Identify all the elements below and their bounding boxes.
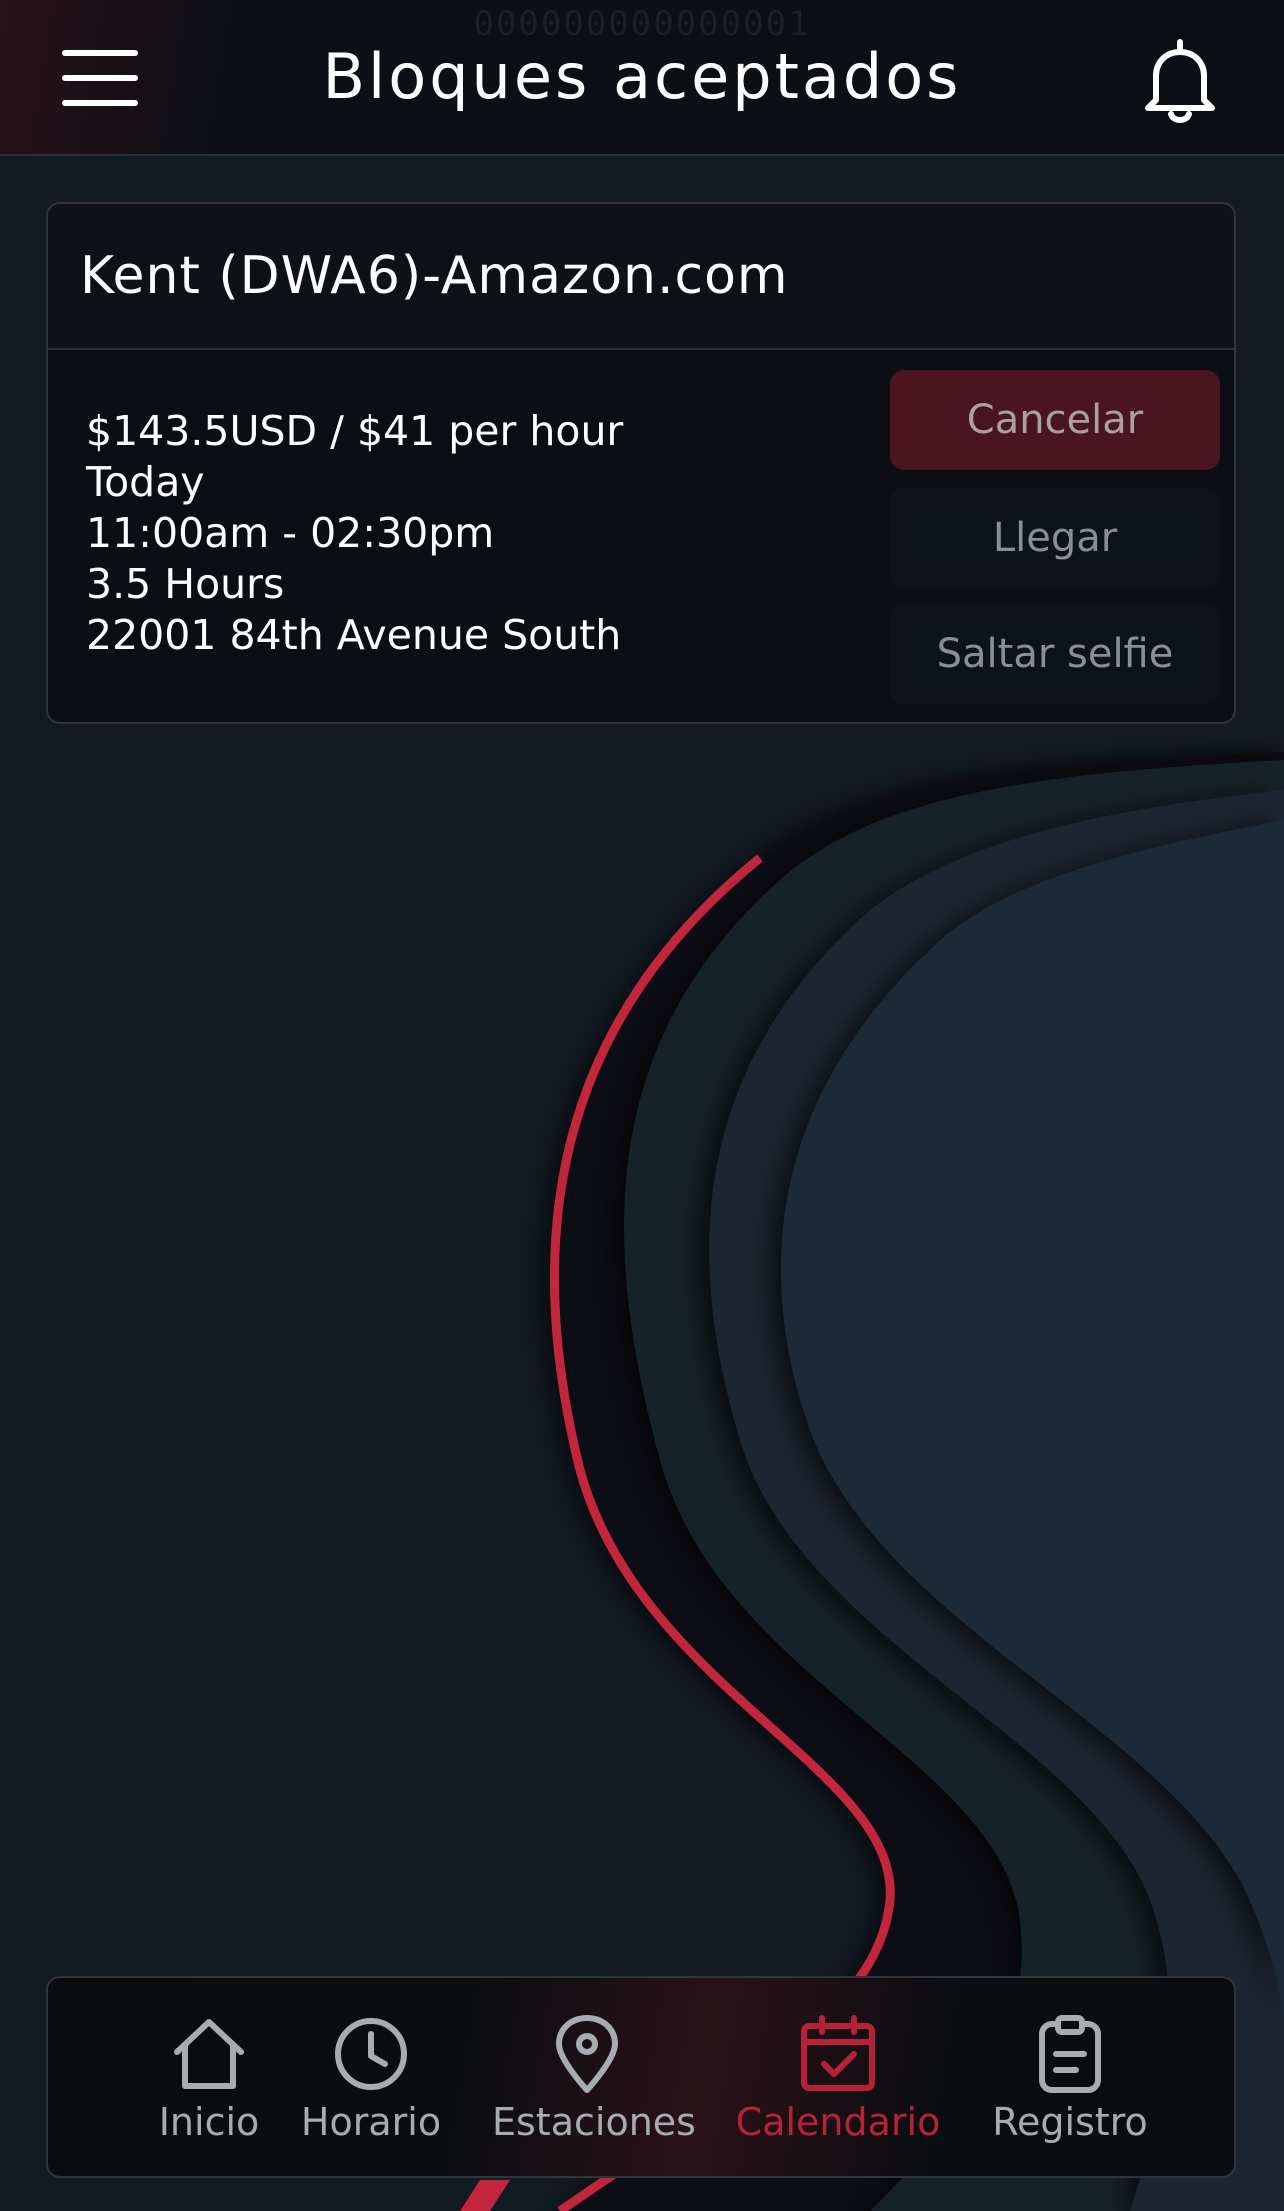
bell-icon[interactable] — [1134, 34, 1226, 126]
nav-label-horario: Horario — [300, 2100, 442, 2144]
nav-label-inicio: Inicio — [158, 2100, 260, 2144]
top-app-bar: 000000000000001 Bloques aceptados — [0, 0, 1284, 156]
block-address: 22001 84th Avenue South — [86, 611, 622, 659]
page-title: Bloques aceptados — [322, 40, 962, 113]
block-details: $143.5USD / $41 per hour Today 11:00am -… — [86, 406, 623, 661]
nav-label-calendario: Calendario — [735, 2100, 941, 2144]
header-ghost-number: 000000000000001 — [473, 4, 811, 44]
block-pay: $143.5USD / $41 per hour — [86, 407, 624, 455]
nav-label-estaciones: Estaciones — [492, 2100, 696, 2144]
clock-icon — [335, 2018, 407, 2090]
cancel-button[interactable]: Cancelar — [890, 370, 1220, 470]
accepted-block-card: Kent (DWA6)-Amazon.com $143.5USD / $41 p… — [46, 202, 1236, 724]
calendar-check-icon — [801, 2015, 875, 2091]
arrive-button[interactable]: Llegar — [890, 488, 1220, 588]
bottom-navigation: Inicio Horario Estaciones Calendario Reg… — [46, 1976, 1236, 2178]
nav-item-registro[interactable]: Registro — [990, 2014, 1150, 2164]
nav-item-horario[interactable]: Horario — [296, 2014, 446, 2164]
home-icon — [174, 2019, 244, 2089]
clipboard-icon — [1039, 2015, 1101, 2093]
nav-item-calendario[interactable]: Calendario — [732, 2014, 944, 2164]
block-station-name: Kent (DWA6)-Amazon.com — [80, 246, 789, 306]
nav-label-registro: Registro — [992, 2100, 1148, 2144]
block-time: 11:00am - 02:30pm — [86, 509, 495, 557]
skip-selfie-button[interactable]: Saltar selfie — [890, 604, 1220, 704]
nav-item-estaciones[interactable]: Estaciones — [492, 2014, 696, 2164]
block-day: Today — [86, 458, 205, 506]
block-duration: 3.5 Hours — [86, 560, 285, 608]
map-pin-icon — [556, 2015, 618, 2093]
nav-item-inicio[interactable]: Inicio — [144, 2014, 274, 2164]
